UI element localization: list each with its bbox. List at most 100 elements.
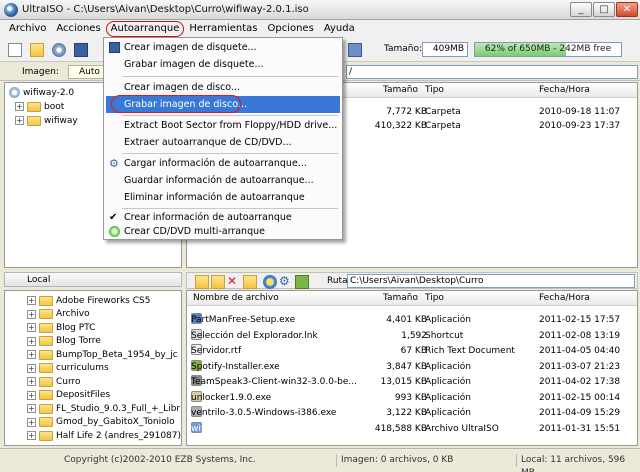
size-label: Tamaño: (384, 44, 423, 54)
local-pane-header: Local (4, 272, 182, 287)
folder-up-icon[interactable] (195, 275, 209, 289)
table-row[interactable]: wifiway-2.0.1.iso 418,588 KB Archivo Ultra… (187, 421, 637, 436)
menu-separator (122, 153, 338, 154)
expand-icon[interactable]: + (27, 296, 36, 305)
expand-icon[interactable]: + (27, 323, 36, 332)
menu-item-load-boot-info[interactable]: ⚙ Cargar información de autoarranque... (106, 155, 340, 172)
menu-item-create-disk-image[interactable]: Crear imagen de disco... (106, 79, 340, 96)
menu-herramientas[interactable]: Herramientas (184, 20, 262, 38)
menu-item-extract-boot-cd[interactable]: Extraer autoarranque de CD/DVD... (106, 134, 340, 151)
local-toolbar: ✕ ⚙ Ruta: C:\Users\Aivan\Desktop\Curro (186, 272, 638, 289)
capacity-text: 62% of 650MB - 242MB free (484, 44, 612, 54)
gear-icon[interactable]: ⚙ (279, 275, 293, 289)
menu-ayuda[interactable]: Ayuda (319, 20, 360, 38)
folder-icon (39, 336, 53, 346)
menu-item-burn-disk-image[interactable]: Grabar imagen de disco... (106, 95, 340, 113)
menu-bar: Archivo Acciones Autoarranque Herramient… (0, 20, 640, 38)
local-tree-pane: + Adobe Fireworks CS5 + Archivo + Blog PTC + Bl… (4, 290, 182, 446)
local-tree-item[interactable]: + BumpTop_Beta_1954_by_jc (27, 348, 178, 361)
expand-icon[interactable]: + (27, 390, 36, 400)
local-tree-item[interactable]: + FL_Studio_9.0.3_Full_+_Libr (27, 402, 180, 415)
expand-icon[interactable]: + (27, 377, 36, 386)
col-filename[interactable]: Nombre de archivo (193, 291, 279, 306)
new-folder-icon[interactable] (211, 275, 225, 289)
menu-item-extract-boot-sector[interactable]: Extract Boot Sector from Floppy/HDD driv… (106, 117, 340, 134)
expand-icon[interactable]: + (27, 404, 36, 413)
title-bar[interactable]: UltraISO - C:\Users\Aivan\Desktop\Curro\… (0, 0, 640, 20)
expand-icon[interactable]: + (27, 363, 36, 373)
minimize-button[interactable]: _ (570, 2, 592, 17)
menu-opciones[interactable]: Opciones (262, 20, 318, 38)
menu-acciones[interactable]: Acciones (51, 20, 105, 38)
capacity-bar: 62% of 650MB - 242MB free (474, 42, 622, 57)
properties-icon[interactable] (348, 43, 362, 57)
menu-item-save-boot-info[interactable]: Guardar información de autoarranque... (106, 172, 340, 189)
expand-icon[interactable]: + (27, 350, 36, 359)
expand-icon[interactable]: + (15, 116, 24, 125)
expand-icon[interactable]: + (27, 431, 36, 440)
menu-item-create-multiboot[interactable]: Crear CD/DVD multi-arranque (106, 223, 340, 240)
window-title: UltraISO - C:\Users\Aivan\Desktop\Curro\… (22, 4, 309, 15)
new-file-icon[interactable] (8, 43, 22, 57)
local-tree-item[interactable]: + Archivo (27, 308, 90, 321)
local-tree-item[interactable]: + Curro (27, 375, 81, 388)
check-icon: ✔ (109, 212, 118, 223)
local-tree-item[interactable]: + DepositFiles (27, 389, 110, 402)
local-tree-item[interactable]: + Blog PTC (27, 321, 95, 334)
add-file-icon[interactable] (295, 275, 309, 289)
folder-icon[interactable] (243, 275, 257, 289)
status-copyright: Copyright (c)2002-2010 EZB Systems, Inc. (64, 455, 256, 465)
local-tree-item[interactable]: + Blog Torre (27, 335, 101, 348)
menu-archivo[interactable]: Archivo (4, 20, 51, 38)
refresh-icon[interactable] (263, 275, 277, 289)
folder-icon (39, 390, 53, 400)
local-tree-item[interactable]: + Half Life 2 (andres_291087) (27, 429, 181, 442)
save-icon[interactable] (74, 43, 88, 57)
close-button[interactable]: ✕ (616, 2, 638, 17)
folder-icon (39, 363, 53, 373)
local-tree-item[interactable]: + curriculums (27, 362, 109, 375)
table-row[interactable]: PartManFree-Setup.exe 4,401 KB Aplicación 2… (187, 313, 637, 327)
col-date[interactable]: Fecha/Hora (539, 83, 590, 98)
image-type-box[interactable]: Auto (68, 65, 108, 79)
tree-item-boot[interactable]: + boot (15, 100, 64, 113)
menu-autoarranque[interactable]: Autoarranque (105, 21, 185, 37)
expand-icon[interactable]: + (15, 102, 24, 111)
table-row[interactable]: Servidor.rtf 67 KB Rich Text Document 2011-… (187, 344, 637, 358)
menu-item-create-floppy-image[interactable]: Crear imagen de disquete... (106, 39, 340, 56)
gear-icon: ⚙ (109, 157, 119, 170)
delete-icon[interactable]: ✕ (227, 275, 241, 289)
local-title: Local (27, 275, 51, 285)
folder-icon (39, 322, 53, 333)
tree-item-iso-root[interactable]: wifiway-2.0 (9, 86, 74, 99)
local-file-list: Nombre de archivo Tamaño Tipo Fecha/Hora… (186, 290, 638, 446)
tree-item-wifiway[interactable]: + wifiway (15, 114, 78, 127)
folder-icon (39, 309, 53, 319)
menu-item-burn-floppy-image[interactable]: Grabar imagen de disquete... (106, 56, 340, 73)
table-row[interactable]: ventrilo-3.0.5-Windows-i386.exe 3,122 KB A… (187, 406, 637, 420)
disc-icon[interactable] (52, 43, 66, 57)
expand-icon[interactable]: + (27, 336, 36, 346)
local-tree-item[interactable]: + Adobe Fireworks CS5 (27, 294, 150, 307)
disc-icon (9, 87, 20, 98)
table-row[interactable]: Selección del Explorador.lnk 1,592 Shortcu… (187, 328, 637, 343)
col-date[interactable]: Fecha/Hora (539, 291, 590, 306)
table-row[interactable]: TeamSpeak3-Client-win32-3.0.0-be... 13,01… (187, 375, 637, 389)
menu-separator (122, 76, 338, 77)
table-row[interactable]: unlocker1.9.0.exe 993 KB Aplicación 2011-02… (187, 390, 637, 405)
table-row[interactable]: Spotify-Installer.exe 3,847 KB Aplicación 2… (187, 359, 637, 374)
col-size[interactable]: Tamaño (383, 291, 418, 306)
status-image: Imagen: 0 archivos, 0 KB (336, 454, 453, 467)
expand-icon[interactable]: + (27, 309, 36, 319)
open-folder-icon[interactable] (30, 43, 44, 57)
col-type[interactable]: Tipo (425, 83, 444, 98)
col-size[interactable]: Tamaño (383, 83, 418, 98)
expand-icon[interactable]: + (27, 417, 36, 427)
iso-path-field[interactable]: / (346, 65, 638, 79)
menu-item-delete-boot-info[interactable]: Eliminar información de autoarranque (106, 189, 340, 206)
local-tree-item[interactable]: + Gmod_by_GabitoX_Toniolo (27, 416, 175, 429)
maximize-button[interactable]: □ (593, 2, 615, 17)
local-route-field[interactable]: C:\Users\Aivan\Desktop\Curro (347, 274, 635, 288)
col-type[interactable]: Tipo (425, 291, 444, 306)
local-list-header: Nombre de archivo Tamaño Tipo Fecha/Hora (187, 291, 637, 306)
